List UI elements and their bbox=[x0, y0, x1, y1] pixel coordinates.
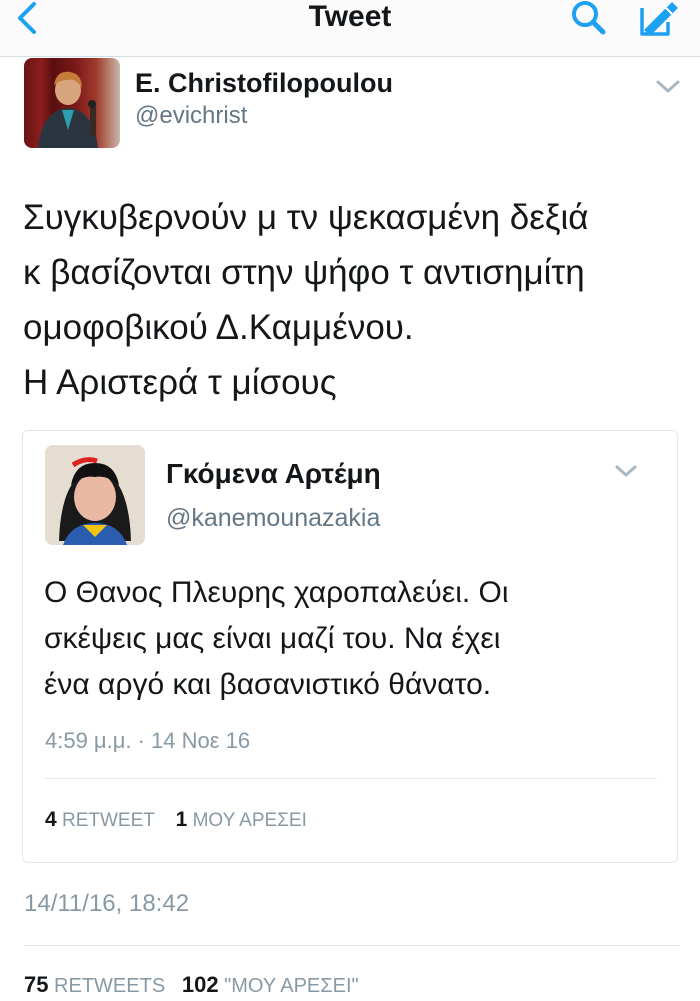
tweet-options-button[interactable] bbox=[654, 78, 682, 96]
caret-down-icon bbox=[615, 465, 637, 477]
quoted-tweet-timestamp: 4:59 μ.μ. · 14 Νοε 16 bbox=[45, 728, 251, 753]
compose-button[interactable] bbox=[632, 0, 684, 40]
quoted-author-avatar[interactable] bbox=[45, 445, 145, 545]
tweet-line: ομοφοβικού Δ.Καμμένου. bbox=[23, 308, 414, 347]
quoted-author-name[interactable]: Γκόμενα Αρτέμη bbox=[166, 458, 381, 490]
tweet-text: Συγκυβερνούν μ τν ψεκασμένη δεξιά κ βασί… bbox=[23, 190, 683, 410]
quoted-retweets-count: 4 bbox=[45, 808, 57, 831]
quoted-tweet-text: Ο Θανος Πλευρης χαροπαλεύει. Οι σκέψεις … bbox=[44, 570, 664, 708]
tweet-line: Συγκυβερνούν μ τν ψεκασμένη δεξιά bbox=[23, 198, 589, 237]
author-avatar[interactable] bbox=[24, 58, 120, 148]
likes-label: "ΜΟΥ ΑΡΕΣΕΙ" bbox=[224, 975, 359, 997]
quoted-tweet-card[interactable]: Γκόμενα Αρτέμη @kanemounazakia Ο Θανος Π… bbox=[22, 430, 678, 863]
quoted-retweets-label: RETWEET bbox=[61, 810, 155, 831]
likes-count: 102 bbox=[181, 972, 219, 997]
author-handle[interactable]: @evichrist bbox=[135, 102, 247, 130]
tweet-line: Η Αριστερά τ μίσους bbox=[23, 363, 337, 402]
tweet-line: κ βασίζονται στην ψήφο τ αντισημίτη bbox=[23, 253, 585, 292]
quoted-likes-stat[interactable]: 1 ΜΟΥ ΑΡΕΣΕΙ bbox=[175, 808, 307, 831]
quoted-author-handle[interactable]: @kanemounazakia bbox=[166, 504, 380, 533]
quoted-tweet-options-button[interactable] bbox=[613, 463, 639, 481]
tweet-timestamp: 14/11/16, 18:42 bbox=[24, 890, 190, 917]
divider bbox=[24, 945, 680, 946]
search-icon bbox=[572, 1, 606, 35]
divider bbox=[45, 778, 657, 779]
caret-down-icon bbox=[656, 80, 680, 93]
quoted-author-photo bbox=[45, 445, 145, 545]
retweets-label: RETWEETS bbox=[54, 975, 166, 997]
quoted-tweet-stats: 4 RETWEET 1 ΜΟΥ ΑΡΕΣΕΙ bbox=[45, 808, 307, 832]
compose-icon bbox=[640, 2, 678, 36]
retweets-stat[interactable]: 75 RETWEETS bbox=[24, 972, 171, 997]
quoted-tweet-line: σκέψεις μας είναι μαζί του. Να έχει bbox=[44, 622, 501, 655]
quoted-tweet-line: Ο Θανος Πλευρης χαροπαλεύει. Οι bbox=[44, 576, 509, 609]
likes-stat[interactable]: 102 "ΜΟΥ ΑΡΕΣΕΙ" bbox=[181, 972, 359, 997]
search-button[interactable] bbox=[565, 0, 613, 38]
quoted-likes-label: ΜΟΥ ΑΡΕΣΕΙ bbox=[192, 810, 307, 831]
quoted-retweets-stat[interactable]: 4 RETWEET bbox=[45, 808, 160, 831]
author-name[interactable]: E. Christofilopoulou bbox=[135, 68, 393, 99]
tweet-stats: 75 RETWEETS 102 "ΜΟΥ ΑΡΕΣΕΙ" bbox=[24, 972, 359, 998]
quoted-likes-count: 1 bbox=[175, 808, 188, 831]
quoted-tweet-line: ένα αργό και βασανιστικό θάνατο. bbox=[44, 668, 492, 701]
navigation-bar: Tweet bbox=[0, 0, 700, 57]
author-photo bbox=[38, 71, 98, 148]
retweets-count: 75 bbox=[24, 972, 49, 997]
